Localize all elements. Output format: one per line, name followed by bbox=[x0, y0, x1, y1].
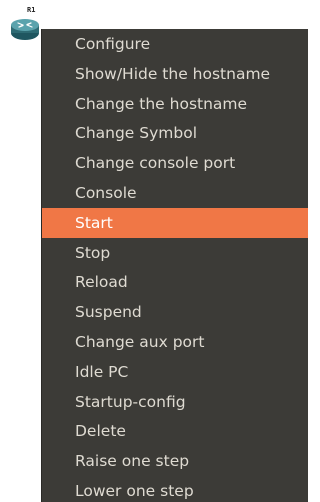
menu-item-suspend[interactable]: Suspend bbox=[42, 297, 308, 327]
device-hostname-label: R1 bbox=[27, 6, 36, 14]
menu-item-change-console-port[interactable]: Change console port bbox=[42, 148, 308, 178]
menu-item-console[interactable]: Console bbox=[42, 178, 308, 208]
menu-item-change-aux-port[interactable]: Change aux port bbox=[42, 327, 308, 357]
router-icon bbox=[11, 19, 39, 40]
canvas: R1 Configure Show/Hide the hostname Chan… bbox=[0, 0, 308, 502]
menu-item-show-hide-hostname[interactable]: Show/Hide the hostname bbox=[42, 59, 308, 89]
menu-item-reload[interactable]: Reload bbox=[42, 267, 308, 297]
menu-item-raise-one-step[interactable]: Raise one step bbox=[42, 446, 308, 476]
menu-item-change-symbol[interactable]: Change Symbol bbox=[42, 118, 308, 148]
menu-item-configure[interactable]: Configure bbox=[42, 29, 308, 59]
menu-item-stop[interactable]: Stop bbox=[42, 238, 308, 268]
menu-item-start[interactable]: Start bbox=[42, 208, 308, 238]
menu-item-delete[interactable]: Delete bbox=[42, 416, 308, 446]
menu-item-lower-one-step[interactable]: Lower one step bbox=[42, 476, 308, 502]
context-menu: Configure Show/Hide the hostname Change … bbox=[42, 29, 308, 502]
menu-item-idle-pc[interactable]: Idle PC bbox=[42, 357, 308, 387]
menu-item-startup-config[interactable]: Startup-config bbox=[42, 387, 308, 417]
menu-item-change-hostname[interactable]: Change the hostname bbox=[42, 89, 308, 119]
